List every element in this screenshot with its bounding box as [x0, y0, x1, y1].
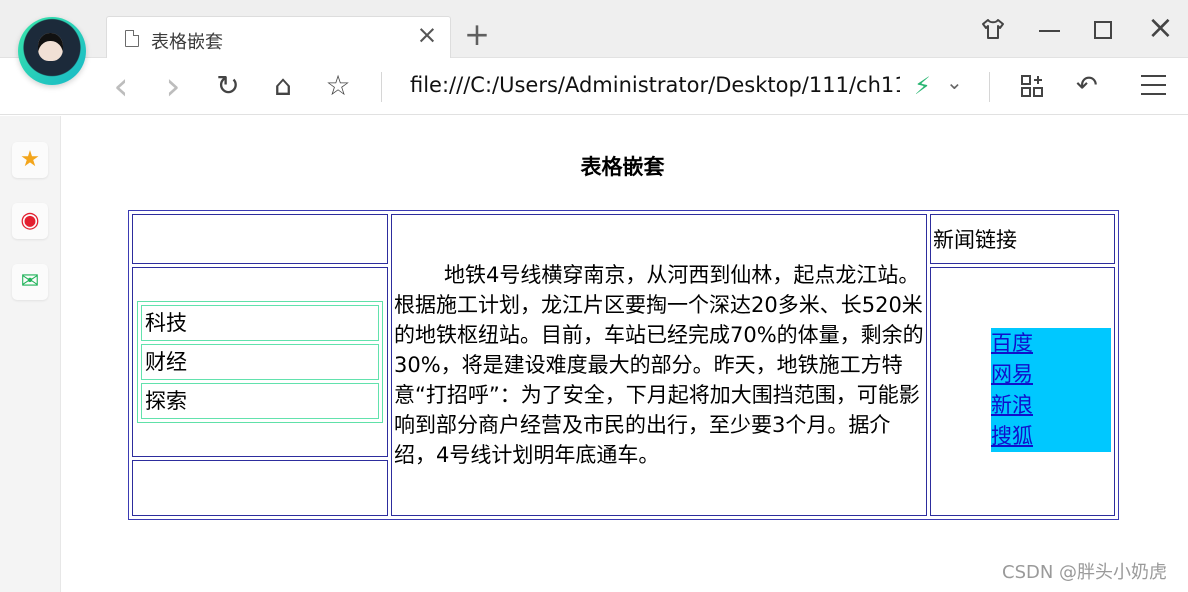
mail-icon[interactable]: ✉	[12, 264, 48, 300]
shirt-icon[interactable]	[981, 18, 1005, 40]
user-avatar[interactable]	[18, 17, 86, 85]
refresh-icon[interactable]: ↻	[211, 69, 245, 103]
empty-top-cell	[132, 214, 388, 264]
category-item: 科技	[141, 305, 379, 341]
baidu-link[interactable]: 百度	[991, 328, 1033, 359]
category-item: 财经	[141, 344, 379, 380]
menu-icon[interactable]	[1141, 75, 1166, 95]
back-icon[interactable]: ‹	[104, 67, 138, 105]
category-cell: 科技 财经 探索	[132, 267, 388, 457]
chevron-down-icon[interactable]: ⌄	[946, 71, 968, 93]
news-links-header: 新闻链接	[930, 214, 1115, 264]
outer-table: 地铁4号线横穿南京，从河西到仙林，起点龙江站。根据施工计划，龙江片区要掏一个深达…	[128, 210, 1119, 520]
sohu-link[interactable]: 搜狐	[991, 421, 1033, 452]
category-table: 科技 财经 探索	[137, 301, 383, 423]
article-cell: 地铁4号线横穿南京，从河西到仙林，起点龙江站。根据施工计划，龙江片区要掏一个深达…	[391, 214, 927, 516]
undo-icon[interactable]: ↶	[1076, 71, 1114, 101]
browser-toolbar: ‹ › ↻ ⌂ ☆ file:///C:/Users/Administrator…	[0, 58, 1188, 115]
toolbar-separator	[381, 72, 382, 102]
document-icon	[125, 30, 139, 47]
address-bar[interactable]: file:///C:/Users/Administrator/Desktop/1…	[410, 73, 900, 101]
lightning-icon[interactable]: ⚡	[914, 74, 932, 98]
browser-titlebar: 表格嵌套 × + ×	[0, 0, 1188, 85]
toolbar-separator	[989, 72, 990, 102]
netease-link[interactable]: 网易	[991, 359, 1033, 390]
csdn-watermark: CSDN @胖头小奶虎	[1002, 562, 1168, 583]
new-tab-button[interactable]: +	[464, 20, 490, 51]
sina-link[interactable]: 新浪	[991, 390, 1033, 421]
apps-icon[interactable]	[1020, 74, 1044, 98]
weibo-icon[interactable]: ◉	[12, 203, 48, 239]
page-title: 表格嵌套	[580, 155, 665, 179]
minimize-button[interactable]	[1039, 30, 1060, 32]
browser-tab-active[interactable]: 表格嵌套 ×	[106, 16, 451, 59]
home-icon[interactable]: ⌂	[266, 69, 300, 103]
left-sidebar: ★ ◉ ✉	[0, 116, 61, 592]
close-tab-icon[interactable]: ×	[416, 22, 438, 47]
window-close-button[interactable]: ×	[1147, 11, 1174, 43]
maximize-button[interactable]	[1094, 21, 1112, 39]
category-item: 探索	[141, 383, 379, 419]
news-article: 地铁4号线横穿南京，从河西到仙林，起点龙江站。根据施工计划，龙江片区要掏一个深达…	[394, 263, 924, 467]
empty-bottom-cell	[132, 460, 388, 516]
news-link-list: 百度 网易 新浪 搜狐	[991, 328, 1111, 452]
favorites-star-icon[interactable]: ★	[12, 142, 48, 178]
tab-title: 表格嵌套	[151, 32, 223, 53]
web-page-content: 表格嵌套 地铁4号线横穿南京，从河西到仙林，起点龙江站。根据施工计划，龙江片区要…	[61, 116, 1188, 592]
bookmark-star-icon[interactable]: ☆	[321, 69, 355, 103]
forward-icon[interactable]: ›	[156, 67, 190, 105]
